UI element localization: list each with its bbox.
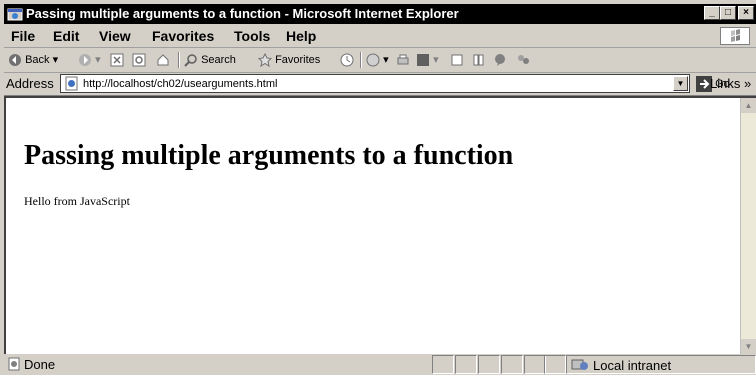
back-label: Back — [25, 54, 50, 66]
windows-logo-icon — [720, 27, 750, 45]
favorites-label: Favorites — [275, 54, 321, 66]
title-bar: Passing multiple arguments to a function… — [4, 4, 756, 24]
search-icon — [184, 54, 197, 67]
mail-dropdown-icon[interactable]: ▾ — [383, 54, 389, 66]
security-zone[interactable]: Local intranet — [566, 355, 756, 374]
status-pane — [524, 355, 546, 374]
history-icon[interactable] — [340, 52, 354, 68]
mail-button[interactable]: ▾ — [366, 52, 389, 68]
home-icon[interactable] — [156, 52, 170, 68]
links-button[interactable]: Links » — [710, 76, 751, 91]
browser-window: Passing multiple arguments to a function… — [0, 0, 756, 375]
status-bar: Done Local intranet — [4, 354, 756, 375]
forward-button[interactable]: ▾ — [78, 52, 101, 68]
edit-icon — [417, 54, 429, 67]
address-url: http://localhost/ch02/usearguments.html — [83, 78, 278, 90]
maximize-button[interactable]: □ — [720, 6, 736, 20]
close-button[interactable]: × — [738, 6, 754, 20]
intranet-icon — [571, 359, 588, 370]
address-dropdown-icon[interactable]: ▼ — [673, 76, 688, 91]
menu-view[interactable]: View — [99, 28, 131, 44]
menu-file[interactable]: File — [11, 28, 35, 44]
toolbar-separator — [360, 52, 362, 68]
forward-dropdown-icon[interactable]: ▾ — [95, 54, 101, 66]
scroll-up-icon[interactable]: ▲ — [741, 98, 756, 113]
search-label: Search — [201, 54, 236, 66]
edit-dropdown-icon[interactable]: ▾ — [433, 54, 439, 66]
status-pane — [432, 355, 454, 374]
research-icon[interactable] — [472, 52, 486, 68]
back-button[interactable]: Back ▾ — [8, 52, 58, 68]
star-icon — [258, 53, 272, 68]
discuss-icon[interactable] — [450, 52, 464, 68]
forward-arrow-icon — [79, 54, 91, 67]
vertical-scrollbar[interactable]: ▲ ▼ — [740, 98, 756, 354]
status-pane — [544, 355, 566, 374]
ie-icon — [7, 8, 23, 21]
minimize-button[interactable]: _ — [704, 6, 720, 20]
search-button[interactable]: Search — [184, 52, 236, 68]
status-text: Done — [24, 357, 56, 372]
menu-favorites[interactable]: Favorites — [152, 28, 214, 44]
toolbar-separator — [178, 52, 180, 68]
mail-icon — [366, 53, 380, 67]
page-content: Passing multiple arguments to a function… — [4, 96, 756, 354]
address-label: Address — [6, 76, 54, 91]
standard-toolbar: Back ▾ ▾ Search Favorites ▾ ▾ — [4, 48, 756, 73]
favorites-button[interactable]: Favorites — [258, 52, 320, 68]
back-arrow-icon — [9, 54, 21, 67]
scroll-down-icon[interactable]: ▼ — [741, 339, 756, 354]
security-zone-label: Local intranet — [593, 358, 672, 373]
status-pane — [501, 355, 523, 374]
page-text: Hello from JavaScript — [24, 194, 130, 208]
menu-bar: File Edit View Favorites Tools Help — [4, 25, 756, 48]
people-icon[interactable] — [516, 52, 530, 68]
page-status-icon — [8, 357, 20, 371]
address-input[interactable]: http://localhost/ch02/usearguments.html … — [60, 74, 690, 93]
print-icon[interactable] — [396, 52, 410, 68]
menu-tools[interactable]: Tools — [234, 28, 270, 44]
status-pane — [478, 355, 500, 374]
edit-button[interactable]: ▾ — [416, 52, 439, 68]
status-pane — [455, 355, 477, 374]
page-icon — [65, 76, 78, 91]
back-dropdown-icon[interactable]: ▾ — [53, 54, 59, 66]
page-heading: Passing multiple arguments to a function — [24, 140, 514, 171]
refresh-icon[interactable] — [132, 52, 146, 68]
stop-icon[interactable] — [110, 52, 124, 68]
menu-help[interactable]: Help — [286, 28, 316, 44]
messenger-icon[interactable] — [494, 52, 508, 68]
window-title: Passing multiple arguments to a function… — [26, 6, 459, 21]
address-bar: Address http://localhost/ch02/useargumen… — [4, 73, 756, 96]
menu-edit[interactable]: Edit — [53, 28, 79, 44]
